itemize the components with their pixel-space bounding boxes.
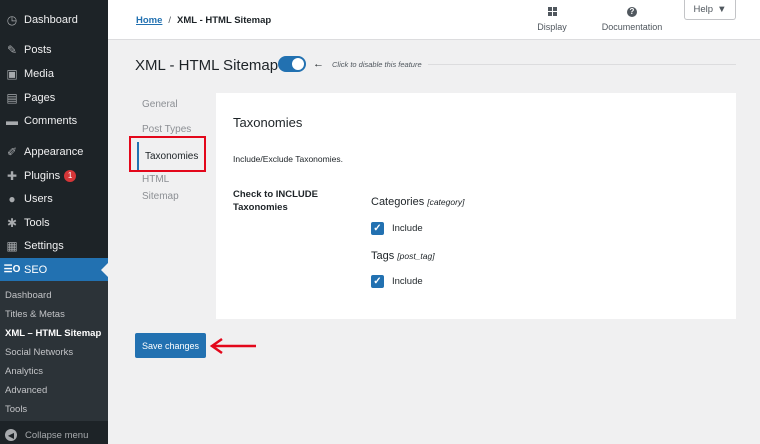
brush-icon: ✐: [6, 144, 18, 159]
checkbox-label: Include: [392, 276, 423, 287]
taxonomy-slug: [category]: [427, 197, 465, 207]
feature-toggle[interactable]: [278, 56, 306, 72]
page-title: XML - HTML Sitemap: [135, 57, 279, 74]
submenu-item-dashboard[interactable]: Dashboard: [5, 290, 51, 301]
tab-html-sitemap-line2: Sitemap: [142, 191, 179, 202]
checkbox-label: Include: [392, 223, 423, 234]
sidebar-item-seo[interactable]: ☰O SEO: [0, 258, 108, 281]
include-taxonomies-label: Check to INCLUDE Taxonomies: [233, 189, 318, 213]
help-label: Help: [693, 4, 714, 15]
tags-include-checkbox-row[interactable]: ✓ Include: [371, 275, 423, 288]
taxonomy-title-tags: Tags [post_tag]: [371, 250, 435, 262]
seo-icon: ☰O: [3, 264, 21, 275]
submenu-item-advanced[interactable]: Advanced: [5, 385, 47, 396]
panel-description: Include/Exclude Taxonomies.: [233, 154, 343, 164]
save-changes-button[interactable]: Save changes: [135, 333, 206, 358]
sidebar-item-label: Settings: [24, 239, 64, 252]
submenu-item-xml-html-sitemap[interactable]: XML – HTML Sitemap: [5, 328, 101, 339]
plugin-icon: ✚: [6, 168, 18, 183]
sidebar-item-label: Appearance: [24, 145, 84, 158]
tab-general[interactable]: General: [142, 98, 178, 112]
sidebar-item-dashboard[interactable]: ◷ Dashboard: [0, 8, 108, 31]
admin-sidebar: ◷ Dashboard ✎ Posts ▣ Media ▤ Pages ▬ Co…: [0, 0, 108, 444]
checkmark-icon[interactable]: ✓: [371, 222, 384, 235]
collapse-arrow-icon: ◀: [5, 429, 17, 441]
question-icon: ?: [627, 7, 637, 17]
sidebar-item-settings[interactable]: ▦ Settings: [0, 234, 108, 257]
sidebar-item-posts[interactable]: ✎ Posts: [0, 38, 108, 61]
tab-html-sitemap-line1: HTML: [142, 174, 170, 185]
breadcrumb-separator: /: [168, 15, 172, 26]
taxonomy-name: Categories: [371, 196, 425, 208]
categories-include-checkbox-row[interactable]: ✓ Include: [371, 222, 423, 235]
sidebar-item-label: Comments: [24, 114, 78, 127]
collapse-menu-label: Collapse menu: [25, 429, 89, 441]
taxonomy-title-categories: Categories [category]: [371, 196, 465, 208]
submenu-item-tools[interactable]: Tools: [5, 404, 27, 415]
sidebar-item-label: Media: [24, 67, 54, 80]
update-count-badge: 1: [64, 169, 77, 182]
comments-icon: ▬: [6, 113, 18, 128]
caret-down-icon: ▼: [717, 4, 727, 15]
sidebar-item-label: Posts: [24, 43, 52, 56]
grid-icon: [547, 7, 557, 16]
seo-submenu: Dashboard Titles & Metas XML – HTML Site…: [0, 281, 108, 421]
wrench-icon: ✱: [6, 215, 18, 230]
collapse-menu-button[interactable]: ◀ Collapse menu: [0, 426, 108, 444]
sidebar-item-label: Tools: [24, 216, 50, 229]
breadcrumb: Home / XML - HTML Sitemap: [136, 15, 271, 26]
sidebar-item-label: Pages: [24, 91, 56, 104]
submenu-item-analytics[interactable]: Analytics: [5, 366, 43, 377]
breadcrumb-current: XML - HTML Sitemap: [177, 15, 272, 26]
toggle-hint: Click to disable this feature: [332, 60, 422, 69]
sidebar-item-pages[interactable]: ▤ Pages: [0, 86, 108, 109]
sidebar-item-label: Users: [24, 192, 53, 205]
top-bar: Home / XML - HTML Sitemap Display ? Docume…: [108, 0, 760, 40]
sidebar-item-plugins[interactable]: ✚ Plugins 1: [0, 164, 108, 187]
header-divider: [428, 64, 736, 65]
sidebar-item-users[interactable]: ● Users: [0, 187, 108, 210]
display-label: Display: [537, 22, 567, 32]
submenu-item-titles-metas[interactable]: Titles & Metas: [5, 309, 65, 320]
help-button[interactable]: Help ▼: [684, 0, 736, 20]
annotation-arrow-icon: [209, 337, 256, 355]
dashboard-icon: ◷: [6, 12, 18, 27]
documentation-button[interactable]: ? Documentation: [596, 7, 668, 32]
sidebar-item-comments[interactable]: ▬ Comments: [0, 109, 108, 132]
arrow-left-icon: ←: [313, 58, 324, 70]
sidebar-item-appearance[interactable]: ✐ Appearance: [0, 140, 108, 163]
pages-icon: ▤: [6, 90, 18, 105]
tab-html-sitemap[interactable]: HTML Sitemap: [142, 173, 179, 204]
media-icon: ▣: [6, 66, 18, 81]
current-menu-arrow: [101, 263, 108, 277]
breadcrumb-home-link[interactable]: Home: [136, 15, 162, 26]
pin-icon: ✎: [6, 42, 18, 57]
submenu-item-social-networks[interactable]: Social Networks: [5, 347, 73, 358]
documentation-label: Documentation: [601, 22, 663, 32]
sidebar-item-tools[interactable]: ✱ Tools: [0, 211, 108, 234]
tab-taxonomies[interactable]: Taxonomies: [137, 142, 203, 170]
taxonomy-slug: [post_tag]: [397, 251, 435, 261]
panel-title: Taxonomies: [233, 115, 303, 130]
user-icon: ●: [8, 191, 16, 206]
sidebar-item-label: Plugins: [24, 169, 61, 182]
checkmark-icon[interactable]: ✓: [371, 275, 384, 288]
sidebar-item-label: Dashboard: [24, 13, 78, 26]
tab-post-types[interactable]: Post Types: [142, 123, 191, 137]
sidebar-item-media[interactable]: ▣ Media: [0, 62, 108, 85]
settings-icon: ▦: [6, 238, 18, 253]
sidebar-item-label: SEO: [24, 263, 48, 276]
taxonomies-panel: Taxonomies Include/Exclude Taxonomies. C…: [216, 93, 736, 319]
taxonomy-name: Tags: [371, 250, 395, 262]
display-button[interactable]: Display: [532, 7, 572, 32]
toggle-knob: [292, 58, 304, 70]
